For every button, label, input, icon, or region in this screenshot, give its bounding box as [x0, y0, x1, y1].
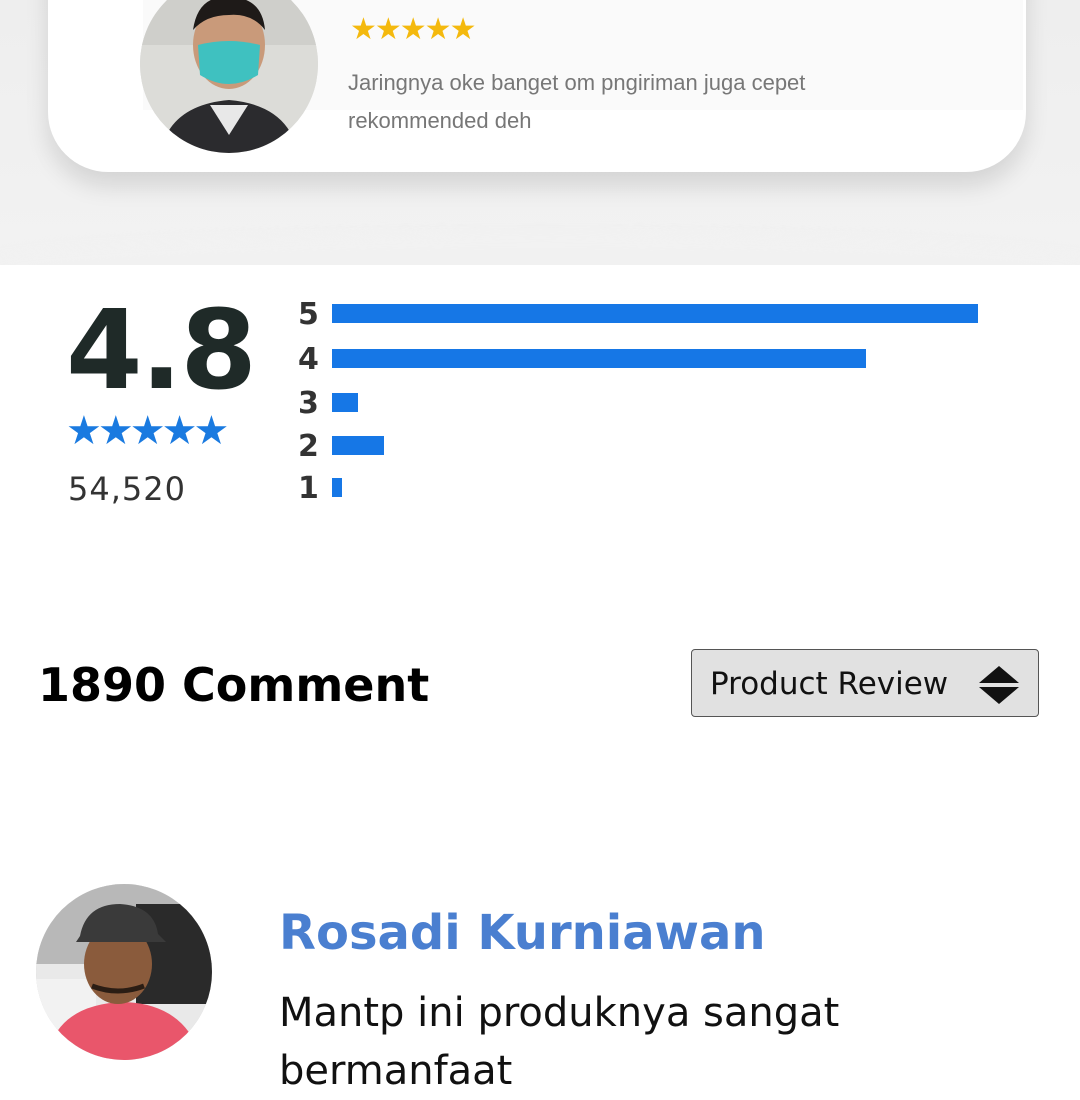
- rating-bar-fill: [332, 436, 384, 455]
- rating-bar-fill: [332, 478, 342, 497]
- rating-bar-fill: [332, 393, 358, 412]
- rating-count: 54,520: [68, 470, 186, 508]
- rating-bar-label: 3: [298, 386, 319, 421]
- average-rating-stars: ★★★★★: [66, 409, 229, 453]
- rating-bar-fill: [332, 304, 978, 323]
- comment-text: Mantp ini produknya sangat bermanfaat: [279, 990, 840, 1094]
- rating-bar-label: 4: [298, 342, 319, 377]
- average-rating: 4.8: [66, 286, 257, 414]
- rating-bar-fill: [332, 349, 866, 368]
- avatar: [36, 884, 212, 1060]
- promo-image: ★★★★★ Jaringnya oke banget om pngiriman …: [0, 0, 1080, 538]
- rating-bar-label: 5: [298, 297, 319, 332]
- sort-select[interactable]: Product Review: [691, 649, 1039, 717]
- rating-bar-label: 1: [298, 471, 319, 506]
- sort-arrows-icon: [979, 666, 1019, 704]
- rating-distribution: 5 4 3 2 1: [298, 298, 998, 508]
- sort-select-value: Product Review: [710, 666, 949, 702]
- comment-count: 1890 Comment: [38, 658, 430, 712]
- comment-author[interactable]: Rosadi Kurniawan: [279, 900, 766, 966]
- promo-review-stars: ★★★★★: [350, 13, 476, 46]
- rating-bar-label: 2: [298, 429, 319, 464]
- promo-review-text: Jaringnya oke banget om pngiriman juga c…: [348, 70, 806, 133]
